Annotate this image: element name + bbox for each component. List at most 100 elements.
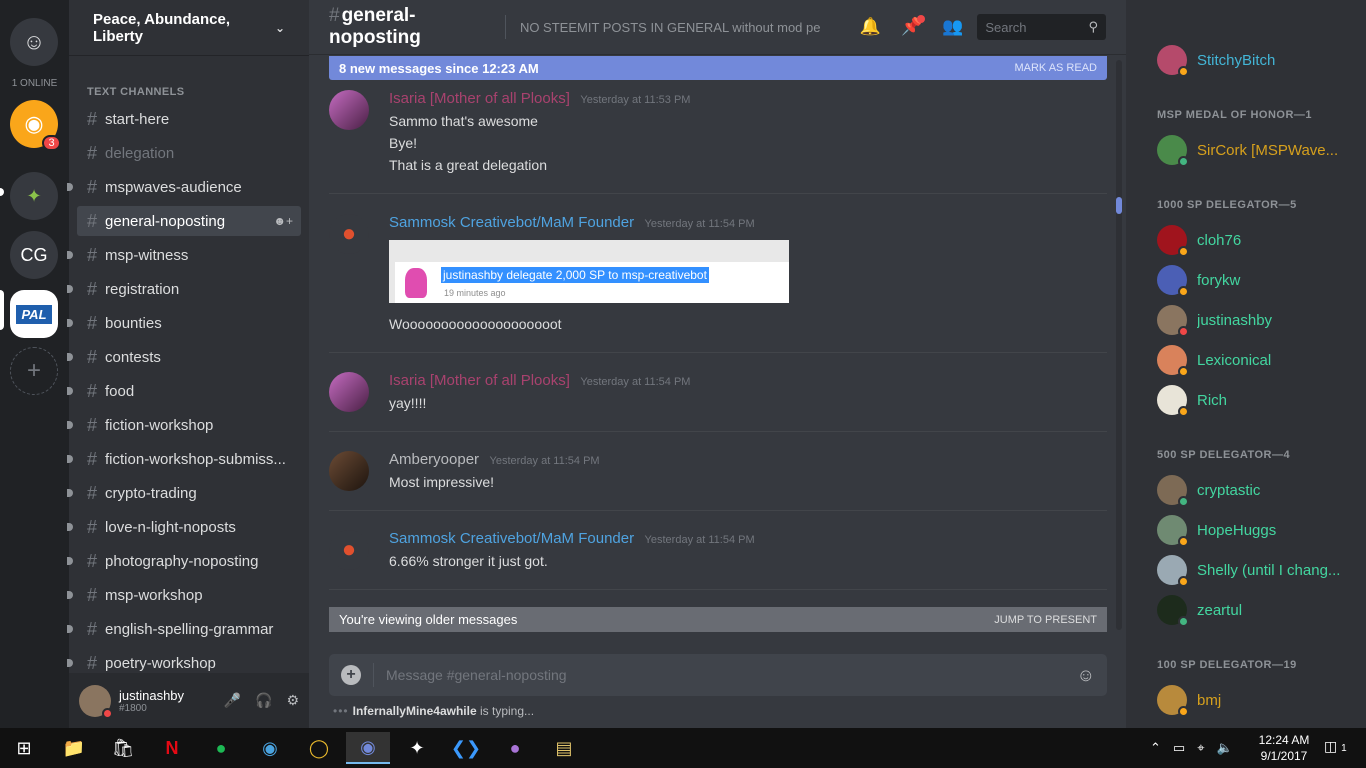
channel-label: general-noposting bbox=[105, 212, 226, 230]
channel-label: msp-workshop bbox=[105, 586, 203, 604]
notes-app-icon[interactable]: ▤ bbox=[542, 732, 586, 764]
channel-msp-workshop[interactable]: # msp-workshop bbox=[67, 580, 301, 610]
member-item[interactable]: HopeHuggs bbox=[1157, 513, 1357, 547]
guild-name: Peace, Abundance, Liberty bbox=[93, 10, 230, 45]
avatar[interactable] bbox=[329, 372, 369, 412]
spotify-icon[interactable]: ● bbox=[199, 732, 243, 764]
message-author[interactable]: Isaria [Mother of all Plooks] bbox=[389, 90, 570, 107]
member-item[interactable]: cryptastic bbox=[1157, 473, 1357, 507]
message-author[interactable]: Amberyooper bbox=[389, 451, 479, 468]
server-cg[interactable]: CG bbox=[10, 231, 58, 279]
battery-icon[interactable]: ▭ bbox=[1173, 740, 1185, 756]
channel-photography-noposting[interactable]: # photography-noposting bbox=[67, 546, 301, 576]
hash-icon: # bbox=[87, 448, 98, 469]
channel-start-here[interactable]: # start-here bbox=[77, 104, 301, 134]
avatar bbox=[1157, 515, 1189, 547]
older-messages-bar[interactable]: You're viewing older messages JUMP TO PR… bbox=[329, 607, 1107, 632]
add-server-button[interactable]: + bbox=[10, 347, 58, 395]
invite-icon[interactable]: ☻+ bbox=[273, 214, 293, 228]
members-icon[interactable]: 👥 bbox=[942, 17, 963, 37]
bomb-avatar-icon[interactable]: ● bbox=[329, 214, 369, 254]
channel-crypto-trading[interactable]: # crypto-trading bbox=[67, 478, 301, 508]
pin-icon[interactable]: 📌 bbox=[901, 15, 926, 37]
gear-icon[interactable]: ⚙ bbox=[286, 692, 299, 709]
message-author[interactable]: Sammosk Creativebot/MaM Founder bbox=[389, 214, 634, 231]
emoji-icon[interactable]: ☺ bbox=[1077, 665, 1095, 686]
discord-taskbar-icon[interactable]: ◉ bbox=[346, 732, 390, 764]
search-input[interactable]: Search ⚲ bbox=[977, 14, 1106, 40]
channel-mspwaves-audience[interactable]: # mspwaves-audience bbox=[67, 172, 301, 202]
mark-as-read-button[interactable]: MARK AS READ bbox=[1014, 62, 1097, 74]
store-icon[interactable]: 🛍 bbox=[101, 732, 145, 764]
channel-label: mspwaves-audience bbox=[105, 178, 242, 196]
vscode-icon[interactable]: ❮❯ bbox=[444, 732, 488, 764]
chevron-up-icon[interactable]: ⌃ bbox=[1150, 740, 1161, 756]
divider bbox=[505, 15, 506, 39]
notification-center[interactable]: ◫ 1 bbox=[1324, 738, 1347, 755]
microphone-icon[interactable]: 🎤 bbox=[224, 692, 241, 709]
server-bird[interactable]: ✦ bbox=[10, 172, 58, 220]
message-author[interactable]: Isaria [Mother of all Plooks] bbox=[389, 372, 570, 389]
message-text: Sammo that's awesome bbox=[389, 113, 538, 129]
message-input[interactable] bbox=[386, 667, 1077, 683]
new-messages-bar[interactable]: 8 new messages since 12:23 AM MARK AS RE… bbox=[329, 56, 1107, 80]
online-count: 1 ONLINE bbox=[11, 78, 58, 89]
member-item[interactable]: justinashby bbox=[1157, 303, 1357, 337]
friends-button[interactable]: ☺ bbox=[10, 18, 58, 66]
file-explorer-icon[interactable]: 📁 bbox=[52, 732, 96, 764]
avatar[interactable] bbox=[79, 684, 113, 719]
channel-label: start-here bbox=[105, 110, 170, 128]
avatar[interactable] bbox=[329, 90, 369, 130]
windows-start-icon[interactable]: ⊞ bbox=[2, 732, 46, 764]
channel-general-noposting[interactable]: # general-noposting ☻+ bbox=[77, 206, 301, 236]
netflix-icon[interactable]: N bbox=[150, 732, 194, 764]
avatar bbox=[1157, 345, 1189, 377]
avatar[interactable] bbox=[329, 451, 369, 491]
channel-label: english-spelling-grammar bbox=[105, 620, 274, 638]
server-pal[interactable]: PAL bbox=[10, 290, 58, 338]
member-item[interactable]: forykw bbox=[1157, 263, 1357, 297]
jump-to-present-button[interactable]: JUMP TO PRESENT bbox=[994, 614, 1097, 626]
server-pal-label: PAL bbox=[16, 304, 52, 324]
channel-label: registration bbox=[105, 280, 180, 298]
older-messages-text: You're viewing older messages bbox=[339, 612, 518, 627]
hash-icon: # bbox=[87, 142, 98, 163]
member-item[interactable]: Shelly (until I chang... bbox=[1157, 553, 1357, 587]
member-item[interactable]: SirCork [MSPWave... bbox=[1157, 133, 1357, 167]
wifi-icon[interactable]: ⌖ bbox=[1197, 740, 1204, 756]
member-item[interactable]: StitchyBitch bbox=[1157, 43, 1357, 77]
unread-dot bbox=[917, 15, 926, 23]
scrollbar[interactable] bbox=[1116, 60, 1122, 630]
channel-fiction-workshop[interactable]: # fiction-workshop bbox=[67, 410, 301, 440]
member-item[interactable]: cloh76 bbox=[1157, 223, 1357, 257]
image-attachment[interactable]: justinashby delegate 2,000 SP to msp-cre… bbox=[389, 240, 789, 303]
bomb-avatar-icon[interactable]: ● bbox=[329, 530, 369, 570]
channel-love-n-light-noposts[interactable]: # love-n-light-noposts bbox=[67, 512, 301, 542]
steemit-icon[interactable]: ◉ bbox=[248, 732, 292, 764]
clock[interactable]: 12:24 AM 9/1/2017 bbox=[1256, 732, 1312, 764]
chrome-icon[interactable]: ◯ bbox=[297, 732, 341, 764]
app-wing-icon[interactable]: ✦ bbox=[395, 732, 439, 764]
channel-english-spelling-grammar[interactable]: # english-spelling-grammar bbox=[67, 614, 301, 644]
member-item[interactable]: zeartul bbox=[1157, 593, 1357, 627]
channel-delegation[interactable]: # delegation bbox=[77, 138, 301, 168]
member-item[interactable]: bmj bbox=[1157, 683, 1357, 717]
scrollbar-thumb[interactable] bbox=[1116, 197, 1122, 214]
member-item[interactable]: Rich bbox=[1157, 383, 1357, 417]
member-name: Rich bbox=[1197, 391, 1228, 409]
channel-msp-witness[interactable]: # msp-witness bbox=[67, 240, 301, 270]
guild-header[interactable]: Peace, Abundance, Liberty ⌄ bbox=[69, 0, 309, 55]
channel-contests[interactable]: # contests bbox=[67, 342, 301, 372]
upload-plus-icon[interactable]: + bbox=[341, 665, 361, 685]
message-author[interactable]: Sammosk Creativebot/MaM Founder bbox=[389, 530, 634, 547]
channel-registration[interactable]: # registration bbox=[67, 274, 301, 304]
bell-icon[interactable]: 🔔 bbox=[860, 17, 881, 37]
channel-bounties[interactable]: # bounties bbox=[67, 308, 301, 338]
volume-icon[interactable]: 🔈 bbox=[1217, 740, 1233, 756]
channel-topic[interactable]: NO STEEMIT POSTS IN GENERAL without mod … bbox=[520, 20, 820, 35]
channel-fiction-workshop-submissions[interactable]: # fiction-workshop-submiss... bbox=[67, 444, 301, 474]
github-icon[interactable]: ● bbox=[493, 732, 537, 764]
headphones-icon[interactable]: 🎧 bbox=[255, 692, 272, 709]
member-item[interactable]: Lexiconical bbox=[1157, 343, 1357, 377]
channel-food[interactable]: # food bbox=[67, 376, 301, 406]
